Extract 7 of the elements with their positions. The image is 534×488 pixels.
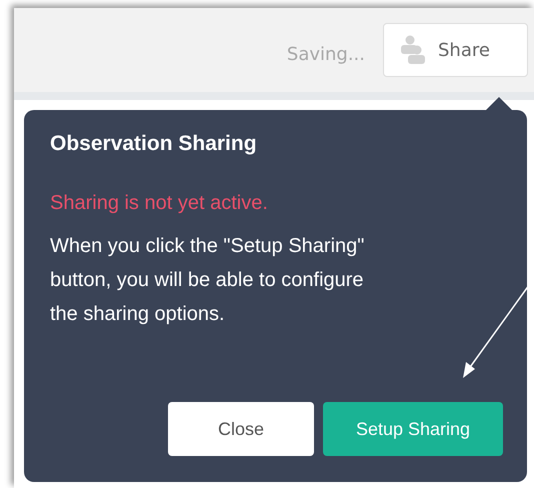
- popover-title: Observation Sharing: [50, 132, 258, 156]
- close-button[interactable]: Close: [168, 402, 314, 456]
- warning-text: Sharing is not yet active.: [50, 192, 269, 215]
- saving-status: Saving...: [286, 44, 365, 64]
- popover-message: When you click the "Setup Sharing" button, you will be able to configure the sharing options.: [50, 234, 366, 327]
- people-icon: [400, 35, 426, 65]
- share-button[interactable]: Share: [383, 23, 528, 77]
